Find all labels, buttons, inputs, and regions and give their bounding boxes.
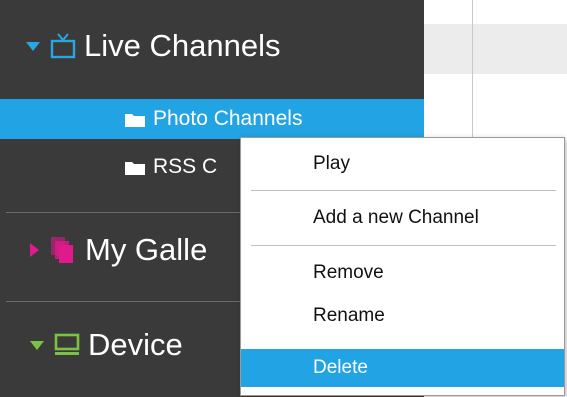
- menu-item-play[interactable]: Play: [241, 146, 564, 182]
- menu-item-remove[interactable]: Remove: [241, 255, 564, 291]
- menu-item-label: Delete: [313, 357, 368, 378]
- content-row[interactable]: [424, 0, 567, 24]
- tv-icon: [50, 33, 76, 59]
- folder-icon: [125, 113, 145, 127]
- sidebar-item-label: Photo Channels: [153, 107, 303, 130]
- sidebar-section-label: Device: [88, 327, 183, 362]
- chevron-down-icon[interactable]: [30, 340, 44, 350]
- menu-item-rename[interactable]: Rename: [241, 298, 564, 334]
- sidebar-item-photo-channels[interactable]: Photo Channels: [0, 99, 424, 139]
- menu-item-label: Add a new Channel: [313, 207, 479, 228]
- sidebar-section-label: My Galle: [85, 232, 208, 267]
- menu-item-label: Remove: [313, 262, 384, 283]
- menu-item-delete[interactable]: Delete: [241, 349, 564, 387]
- menu-item-add-channel[interactable]: Add a new Channel: [241, 200, 564, 236]
- column-divider: [472, 0, 473, 150]
- chevron-down-icon[interactable]: [26, 41, 40, 51]
- sidebar-section-live-channels[interactable]: Live Channels: [0, 18, 424, 74]
- menu-separator: [251, 190, 556, 191]
- context-menu: Play Add a new Channel Remove Rename Del…: [240, 137, 565, 396]
- folder-icon: [125, 161, 145, 175]
- monitor-icon: [54, 333, 80, 355]
- sidebar-item-label: RSS C: [153, 155, 218, 178]
- gallery-icon: [51, 237, 73, 263]
- menu-separator: [251, 245, 556, 246]
- sidebar-section-label: Live Channels: [84, 28, 281, 63]
- menu-item-label: Play: [313, 153, 350, 174]
- chevron-right-icon[interactable]: [30, 243, 39, 257]
- menu-item-label: Rename: [313, 305, 385, 326]
- content-row-highlighted[interactable]: [424, 24, 567, 74]
